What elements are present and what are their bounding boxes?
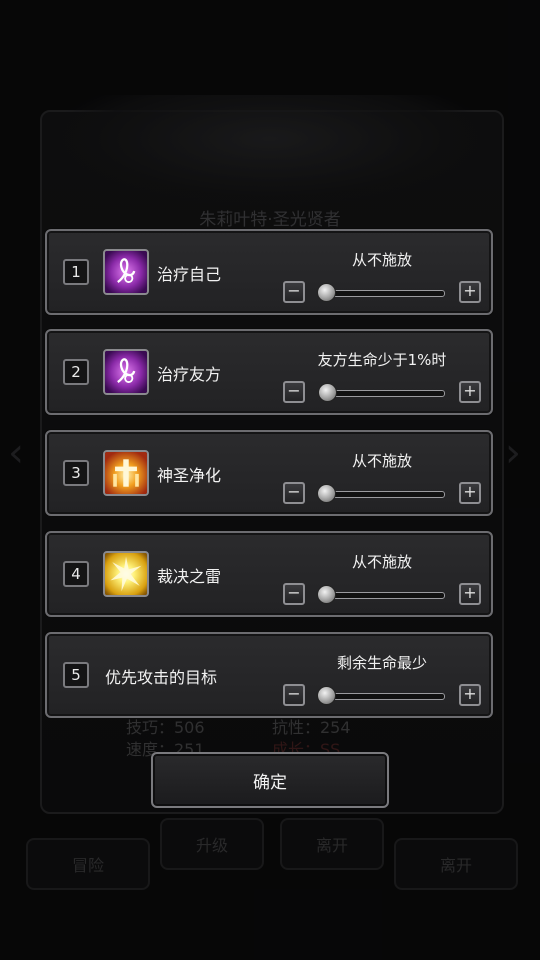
condition-label: 友方生命少于1%时 xyxy=(317,351,447,369)
decrease-button[interactable]: − xyxy=(283,482,305,504)
target-priority-label: 优先攻击的目标 xyxy=(105,668,218,687)
decrease-button[interactable]: − xyxy=(283,281,305,303)
rule-panel-1: 1 治疗自己 从不施放 − + xyxy=(45,229,493,315)
judgment-thunder-icon xyxy=(103,551,149,597)
decrease-button[interactable]: − xyxy=(283,381,305,403)
condition-slider-knob[interactable] xyxy=(317,686,336,705)
confirm-button[interactable]: 确定 xyxy=(151,752,389,808)
condition-slider-knob[interactable] xyxy=(318,383,338,402)
increase-button[interactable]: + xyxy=(459,684,481,706)
increase-button[interactable]: + xyxy=(459,381,481,403)
condition-slider-track[interactable] xyxy=(319,290,445,297)
condition-label: 从不施放 xyxy=(351,553,412,571)
increase-button[interactable]: + xyxy=(459,281,481,303)
skill-name: 裁决之雷 xyxy=(157,567,222,586)
decrease-button[interactable]: − xyxy=(283,684,305,706)
condition-slider-knob[interactable] xyxy=(317,484,336,503)
condition-slider-knob[interactable] xyxy=(317,283,336,302)
increase-button[interactable]: + xyxy=(459,482,481,504)
rule-number: 1 xyxy=(63,259,89,285)
increase-button[interactable]: + xyxy=(459,583,481,605)
skill-name: 治疗自己 xyxy=(157,265,222,284)
rule-panel-5: 5 优先攻击的目标 剩余生命最少 − + xyxy=(45,632,493,718)
decrease-button[interactable]: − xyxy=(283,583,305,605)
condition-slider-knob[interactable] xyxy=(317,585,336,604)
heal-rune-icon xyxy=(103,249,149,295)
condition-label: 从不施放 xyxy=(351,452,412,470)
rule-number: 3 xyxy=(63,460,89,486)
rule-panel-2: 2 治疗友方 友方生命少于1%时 − + xyxy=(45,329,493,415)
skill-name: 治疗友方 xyxy=(157,365,222,384)
rule-number: 2 xyxy=(63,359,89,385)
rule-panel-3: 3 神圣净化 从不施放 − + xyxy=(45,430,493,516)
condition-slider-track[interactable] xyxy=(319,390,445,397)
condition-label: 剩余生命最少 xyxy=(336,654,427,672)
condition-slider-track[interactable] xyxy=(319,693,445,700)
rule-number: 4 xyxy=(63,561,89,587)
skill-name: 神圣净化 xyxy=(157,466,222,485)
condition-slider-track[interactable] xyxy=(319,491,445,498)
heal-rune-icon xyxy=(103,349,149,395)
condition-label: 从不施放 xyxy=(351,251,412,269)
rule-number: 5 xyxy=(63,662,89,688)
holy-purify-icon xyxy=(103,450,149,496)
rule-panel-4: 4 裁决之雷 从不施放 − + xyxy=(45,531,493,617)
condition-slider-track[interactable] xyxy=(319,592,445,599)
